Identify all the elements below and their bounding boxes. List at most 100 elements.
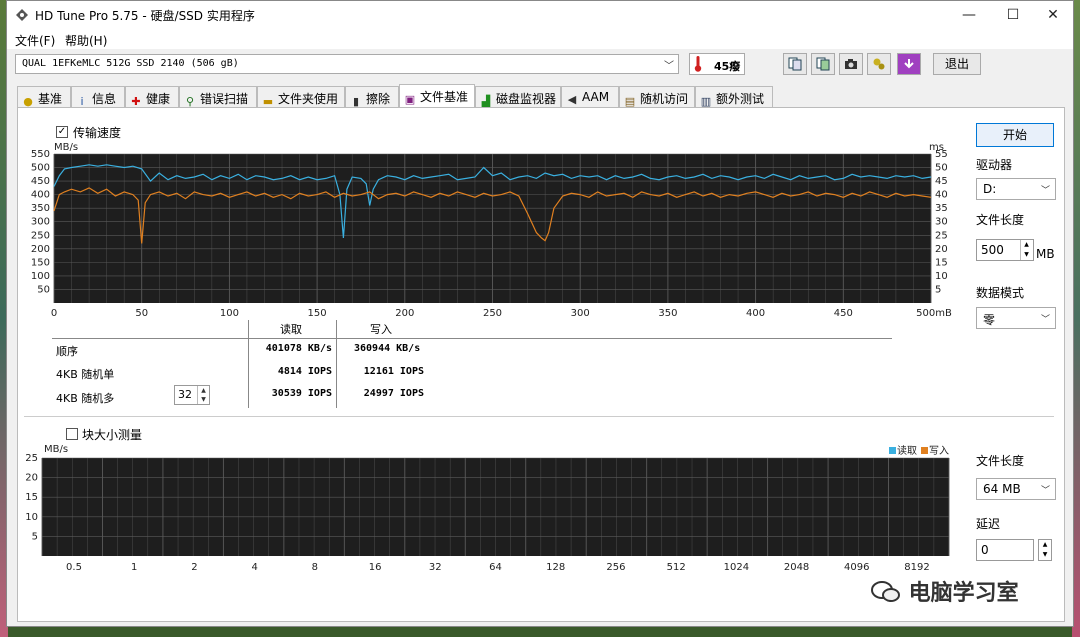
y-tick-label: 350 [31, 203, 50, 214]
y2-tick-label: 50 [935, 163, 948, 174]
y-tick-label: 400 [31, 190, 50, 201]
copy-text-button[interactable] [783, 53, 807, 75]
value-4kb-multi-write: 24997 IOPS [363, 388, 424, 399]
options-button[interactable] [867, 53, 891, 75]
block-size-chart: 5 10 15 20 25 MB/s 0.5 1 2 4 8 16 32 64 128 256 512 1024 2… [25, 444, 950, 573]
y-tick-label: 550 [31, 149, 50, 160]
x-tick-label: 16 [369, 562, 382, 573]
tab-aam[interactable]: ◀ AAM [561, 86, 619, 107]
speaker-icon: ◀ [567, 93, 577, 106]
file-length-label: 文件长度 [976, 213, 1025, 227]
data-mode-select[interactable]: 零 ﹀ [976, 307, 1056, 329]
table-column-divider [336, 320, 337, 408]
row-label-4kb-multi: 4KB 随机多 [56, 392, 115, 405]
tab-folder-usage[interactable]: ▬ 文件夹使用 [257, 86, 345, 108]
exit-button[interactable]: 退出 [933, 53, 981, 75]
transfer-chart: 5010015020025030035040045050055051015202… [31, 142, 952, 318]
camera-icon [845, 59, 857, 69]
menu-help[interactable]: 帮助(H) [65, 32, 107, 49]
window-title: HD Tune Pro 5.75 - 硬盘/SSD 实用程序 [35, 9, 255, 23]
tab-file-benchmark[interactable]: ▣ 文件基准 [399, 84, 475, 108]
table-header-divider [52, 338, 892, 339]
chevron-down-icon: ﹀ [1040, 315, 1050, 325]
tab-label: 额外测试 [716, 92, 765, 106]
tab-random-access[interactable]: ▤ 随机访问 [619, 86, 695, 108]
y-tick-label: 500 [31, 163, 50, 174]
y-tick-label: 250 [31, 230, 50, 241]
title-bar: HD Tune Pro 5.75 - 硬盘/SSD 实用程序 — ☐ ✕ [7, 1, 1073, 29]
screenshot-button[interactable] [839, 53, 863, 75]
x-tick-label: 0 [51, 308, 57, 318]
wechat-icon [871, 581, 900, 602]
maximize-button[interactable]: ☐ [991, 1, 1035, 29]
delay-field[interactable]: 0 [976, 539, 1034, 561]
menu-file[interactable]: 文件(F) [15, 32, 55, 49]
transfer-speed-checkbox[interactable]: ✓ [56, 126, 68, 138]
y2-tick-label: 35 [935, 203, 948, 214]
file-length-value: 500 [981, 243, 1004, 257]
tab-benchmark[interactable]: ● 基准 [17, 86, 71, 108]
y-tick-label: 50 [37, 284, 50, 295]
y-tick-label: 200 [31, 244, 50, 255]
minimize-button[interactable]: — [947, 1, 991, 29]
value-seq-write: 360944 KB/s [354, 343, 421, 354]
drive-letter-value: D: [983, 182, 997, 196]
x-tick-label: 8192 [904, 562, 929, 573]
tab-label: AAM [582, 90, 610, 104]
temperature-value: 45癈 [714, 60, 741, 73]
legend-write-swatch [921, 447, 928, 454]
tab-label: 磁盘监视器 [496, 92, 557, 106]
y2-tick-label: 25 [935, 230, 948, 241]
value-4kb-multi-read: 30539 IOPS [271, 388, 332, 399]
delay-stepper-arrows[interactable]: ▲ ▼ [1038, 539, 1052, 561]
tab-disk-monitor[interactable]: ▟ 磁盘监视器 [475, 86, 561, 108]
section-divider [24, 416, 1054, 417]
close-button[interactable]: ✕ [1031, 1, 1073, 29]
x-tick-label: 250 [483, 308, 502, 318]
file-length-stepper-arrows[interactable]: ▲ ▼ [1020, 240, 1032, 260]
tab-extra-tests[interactable]: ▥ 额外测试 [695, 86, 773, 108]
row-label-4kb-single: 4KB 随机单 [56, 368, 115, 381]
tab-error-scan[interactable]: ⚲ 错误扫描 [179, 86, 257, 108]
block-file-length-label: 文件长度 [976, 454, 1025, 468]
copy-image-button[interactable] [811, 53, 835, 75]
start-button[interactable]: 开始 [976, 123, 1054, 147]
x-tick-label: 64 [489, 562, 502, 573]
tab-info[interactable]: i 信息 [71, 86, 125, 108]
y-tick-label: 100 [31, 271, 50, 282]
block-file-length-select[interactable]: 64 MB ﹀ [976, 478, 1056, 500]
tab-erase[interactable]: ▮ 擦除 [345, 86, 399, 108]
y2-tick-label: 30 [935, 217, 948, 228]
y2-tick-label: 45 [935, 176, 948, 187]
drive-toolbar: QUAL 1EFKeMLC 512G SSD 2140 (506 gB) ﹀ 4… [7, 49, 1073, 81]
file-benchmark-panel: ✓ 传输速度 50 100 150 200 250 300 350 400 450 500 550 5… [17, 107, 1065, 622]
drive-letter-select[interactable]: D: ﹀ [976, 178, 1056, 200]
save-button[interactable] [897, 53, 921, 75]
drive-select[interactable]: QUAL 1EFKeMLC 512G SSD 2140 (506 gB) ﹀ [15, 54, 679, 74]
x-tick-label: 300 [571, 308, 590, 318]
y-tick-label: 450 [31, 176, 50, 187]
file-length-unit: MB [1036, 247, 1055, 261]
delay-value: 0 [981, 543, 989, 557]
tab-label: 信息 [92, 92, 117, 106]
y-tick-label: 20 [25, 473, 38, 484]
y-tick-label: 5 [32, 531, 38, 542]
x-tick-label: 2 [191, 562, 197, 573]
y-axis-label: MB/s [54, 142, 78, 153]
temperature-display: 45癈 [689, 53, 745, 75]
queue-depth-stepper[interactable]: 32 ▲ ▼ [174, 385, 210, 405]
x-tick-label: 1 [131, 562, 137, 573]
tab-health[interactable]: ✚ 健康 [125, 86, 179, 108]
tab-label: 随机访问 [640, 92, 689, 106]
stepper-arrows[interactable]: ▲ ▼ [197, 386, 209, 404]
y-tick-label: 15 [25, 492, 38, 503]
x-tick-label: 0.5 [66, 562, 82, 573]
watermark: 电脑学习室 [871, 575, 1019, 607]
queue-depth-value: 32 [178, 388, 192, 401]
x-tick-label: 128 [546, 562, 565, 573]
x-tick-label: 1024 [724, 562, 749, 573]
value-4kb-single-read: 4814 IOPS [277, 366, 332, 377]
menu-bar: 文件(F) 帮助(H) [7, 29, 1073, 49]
data-mode-value: 零 [983, 313, 996, 327]
y-tick-label: 10 [25, 512, 38, 523]
